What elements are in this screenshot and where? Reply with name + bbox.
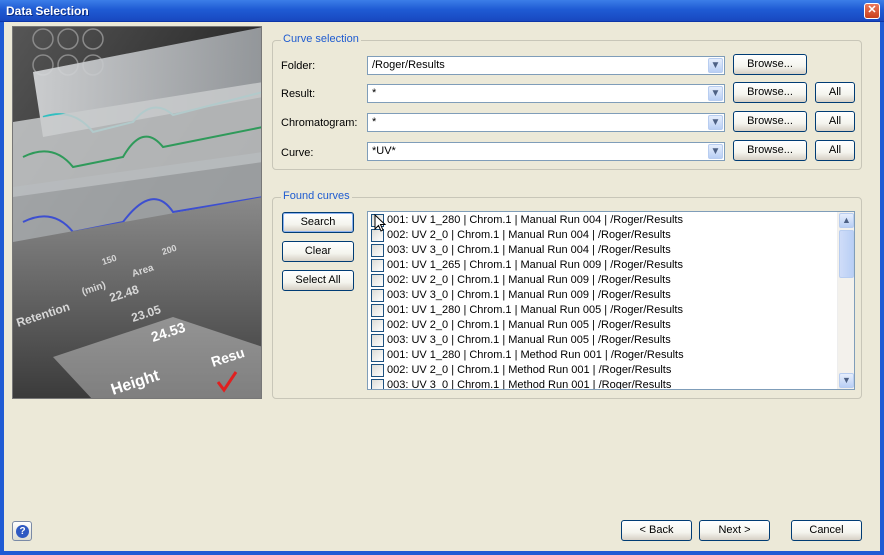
result-value: * [372,87,377,99]
curve-checkbox[interactable] [371,289,384,302]
chromatogram-label: Chromatogram: [281,117,358,129]
curve-checkbox[interactable] [371,319,384,332]
chromatogram-all-button[interactable]: All [815,111,855,132]
found-curves-list[interactable]: 001: UV 1_280 | Chrom.1 | Manual Run 004… [367,211,855,390]
curve-combo[interactable]: *UV* ▼ [367,142,725,161]
cancel-button[interactable]: Cancel [791,520,862,541]
curve-checkbox[interactable] [371,259,384,272]
help-button[interactable]: ? [12,521,32,541]
back-button[interactable]: < Back [621,520,692,541]
close-icon[interactable]: ✕ [864,3,880,19]
list-item-label: 001: UV 1_265 | Chrom.1 | Manual Run 009… [387,259,683,271]
result-browse-button[interactable]: Browse... [733,82,807,103]
curve-checkbox[interactable] [371,349,384,362]
window-border-left [0,22,4,555]
scroll-down-icon[interactable]: ▼ [839,373,854,388]
chromatography-illustration: Retention (min) Area 150 200 22.48 23.05… [12,26,262,399]
list-item-label: 001: UV 1_280 | Chrom.1 | Manual Run 005… [387,304,683,316]
chromatogram-browse-button[interactable]: Browse... [733,111,807,132]
result-combo[interactable]: * ▼ [367,84,725,103]
curve-all-button[interactable]: All [815,140,855,161]
next-button[interactable]: Next > [699,520,770,541]
list-item-label: 002: UV 2_0 | Chrom.1 | Manual Run 004 |… [387,229,671,241]
chevron-down-icon[interactable]: ▼ [708,58,723,73]
search-button[interactable]: Search [282,212,354,233]
curve-value: *UV* [372,145,396,157]
found-curves-title: Found curves [281,190,352,202]
list-item[interactable]: 001: UV 1_280 | Chrom.1 | Manual Run 004… [368,213,838,228]
window-border-right [880,22,884,555]
curve-checkbox[interactable] [371,379,384,389]
result-label: Result: [281,88,316,100]
list-item[interactable]: 003: UV 3_0 | Chrom.1 | Manual Run 009 |… [368,288,838,303]
curve-label: Curve: [281,147,314,159]
list-item-label: 003: UV 3_0 | Chrom.1 | Method Run 001 |… [387,379,672,390]
folder-value: /Roger/Results [372,59,445,71]
list-item-label: 001: UV 1_280 | Chrom.1 | Method Run 001… [387,349,684,361]
select-all-button[interactable]: Select All [282,270,354,291]
clear-button[interactable]: Clear [282,241,354,262]
title-bar: Data Selection ✕ [0,0,884,22]
list-item[interactable]: 001: UV 1_280 | Chrom.1 | Manual Run 005… [368,303,838,318]
list-item-label: 003: UV 3_0 | Chrom.1 | Manual Run 004 |… [387,244,671,256]
chromatogram-value: * [372,116,377,128]
chevron-down-icon[interactable]: ▼ [708,144,723,159]
folder-label: Folder: [281,60,316,72]
list-item[interactable]: 002: UV 2_0 | Chrom.1 | Manual Run 004 |… [368,228,838,243]
help-icon: ? [16,525,29,538]
curve-checkbox[interactable] [371,304,384,317]
curve-checkbox[interactable] [371,274,384,287]
list-item-label: 003: UV 3_0 | Chrom.1 | Manual Run 005 |… [387,334,671,346]
list-item[interactable]: 002: UV 2_0 | Chrom.1 | Manual Run 005 |… [368,318,838,333]
curve-checkbox[interactable] [371,244,384,257]
list-item-label: 002: UV 2_0 | Chrom.1 | Manual Run 005 |… [387,319,671,331]
list-item[interactable]: 002: UV 2_0 | Chrom.1 | Method Run 001 |… [368,363,838,378]
mouse-cursor-icon [374,214,387,232]
list-item-label: 002: UV 2_0 | Chrom.1 | Method Run 001 |… [387,364,672,376]
chevron-down-icon[interactable]: ▼ [708,115,723,130]
list-item-label: 001: UV 1_280 | Chrom.1 | Manual Run 004… [387,214,683,226]
list-item-label: 003: UV 3_0 | Chrom.1 | Manual Run 009 |… [387,289,671,301]
list-item[interactable]: 002: UV 2_0 | Chrom.1 | Manual Run 009 |… [368,273,838,288]
list-item[interactable]: 003: UV 3_0 | Chrom.1 | Manual Run 004 |… [368,243,838,258]
curve-checkbox[interactable] [371,334,384,347]
folder-browse-button[interactable]: Browse... [733,54,807,75]
list-item-label: 002: UV 2_0 | Chrom.1 | Manual Run 009 |… [387,274,671,286]
window-border-bottom [0,551,884,555]
list-item[interactable]: 001: UV 1_265 | Chrom.1 | Manual Run 009… [368,258,838,273]
result-all-button[interactable]: All [815,82,855,103]
list-item[interactable]: 003: UV 3_0 | Chrom.1 | Method Run 001 |… [368,378,838,390]
curve-selection-title: Curve selection [281,33,361,45]
chevron-down-icon[interactable]: ▼ [708,86,723,101]
illustration-graphic: Retention (min) Area 150 200 22.48 23.05… [13,27,261,398]
scroll-up-icon[interactable]: ▲ [839,213,854,228]
window-title: Data Selection [6,4,89,18]
folder-combo[interactable]: /Roger/Results ▼ [367,56,725,75]
list-item[interactable]: 003: UV 3_0 | Chrom.1 | Manual Run 005 |… [368,333,838,348]
list-scrollbar[interactable]: ▲ ▼ [837,212,854,389]
curve-browse-button[interactable]: Browse... [733,140,807,161]
list-item[interactable]: 001: UV 1_280 | Chrom.1 | Method Run 001… [368,348,838,363]
chromatogram-combo[interactable]: * ▼ [367,113,725,132]
curve-checkbox[interactable] [371,364,384,377]
scroll-thumb[interactable] [839,230,854,278]
